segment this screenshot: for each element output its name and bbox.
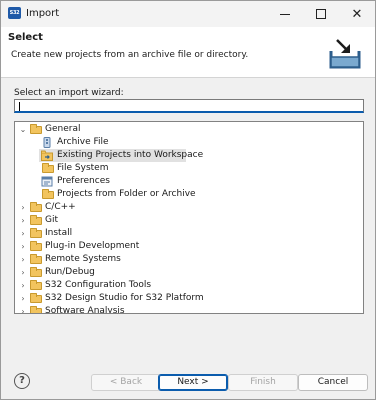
folder-open-icon xyxy=(30,124,42,134)
chevron-right-icon[interactable]: › xyxy=(18,305,28,313)
tree-item-category[interactable]: › Software Analysis xyxy=(15,305,363,314)
close-button[interactable]: ✕ xyxy=(339,1,375,27)
wizard-tree[interactable]: ⌄ General Archive File Existing Projects… xyxy=(14,121,364,314)
close-icon: ✕ xyxy=(351,6,363,22)
app-icon: S32 xyxy=(8,7,21,19)
chevron-right-icon[interactable]: › xyxy=(18,214,28,227)
title-bar: S32 Import ✕ xyxy=(1,1,375,27)
tree-item-general[interactable]: ⌄ General xyxy=(15,123,363,136)
window-title: Import xyxy=(26,8,60,19)
import-wizard-icon xyxy=(329,39,361,69)
chevron-right-icon[interactable]: › xyxy=(18,227,28,240)
wizard-banner: Select Create new projects from an archi… xyxy=(1,27,375,78)
tree-item-label: Run/Debug xyxy=(45,267,95,277)
wizard-filter-input[interactable] xyxy=(14,99,364,113)
tree-item-category[interactable]: › Git xyxy=(15,214,363,227)
back-button[interactable]: < Back xyxy=(91,374,161,391)
folder-icon xyxy=(30,254,42,264)
folder-icon xyxy=(30,228,42,238)
folder-icon xyxy=(42,189,54,199)
tree-item-label: Archive File xyxy=(57,137,109,147)
chevron-right-icon[interactable]: › xyxy=(18,292,28,305)
tree-item-category[interactable]: › Install xyxy=(15,227,363,240)
chevron-right-icon[interactable]: › xyxy=(18,279,28,292)
tree-item-category[interactable]: › Remote Systems xyxy=(15,253,363,266)
tree-item-category[interactable]: › S32 Configuration Tools xyxy=(15,279,363,292)
folder-icon xyxy=(30,241,42,251)
chevron-down-icon[interactable]: ⌄ xyxy=(18,123,28,136)
tree-item-label: Projects from Folder or Archive xyxy=(57,189,196,199)
minimize-button[interactable] xyxy=(267,1,303,27)
tree-item-label: General xyxy=(45,124,81,134)
tree-item-file-system[interactable]: File System xyxy=(15,162,363,175)
folder-icon xyxy=(30,306,42,313)
folder-icon xyxy=(30,202,42,212)
import-dialog: S32 Import ✕ Select Create new projects … xyxy=(0,0,376,400)
chevron-right-icon[interactable]: › xyxy=(18,266,28,279)
tree-item-label: Existing Projects into Workspace xyxy=(57,150,204,160)
wizard-filter-label: Select an import wizard: xyxy=(14,88,124,98)
chevron-right-icon[interactable]: › xyxy=(18,240,28,253)
tree-item-label: S32 Configuration Tools xyxy=(45,280,152,290)
next-button[interactable]: Next > xyxy=(158,374,228,391)
tree-item-label: File System xyxy=(57,163,109,173)
preferences-icon xyxy=(41,176,53,187)
tree-item-label: Preferences xyxy=(57,176,110,186)
tree-item-category[interactable]: › Plug-in Development xyxy=(15,240,363,253)
tree-item-category[interactable]: › S32 Design Studio for S32 Platform xyxy=(15,292,363,305)
chevron-right-icon[interactable]: › xyxy=(18,201,28,214)
banner-description: Create new projects from an archive file… xyxy=(11,50,249,60)
existing-projects-icon xyxy=(41,150,53,161)
archive-file-icon xyxy=(43,137,51,148)
maximize-icon xyxy=(316,9,326,19)
folder-icon xyxy=(42,163,54,173)
folder-icon xyxy=(30,293,42,303)
maximize-button[interactable] xyxy=(303,1,339,27)
finish-button[interactable]: Finish xyxy=(228,374,298,391)
banner-title: Select xyxy=(8,32,43,43)
tree-item-existing-projects[interactable]: Existing Projects into Workspace xyxy=(15,149,363,162)
cancel-button[interactable]: Cancel xyxy=(298,374,368,391)
tree-item-label: Software Analysis xyxy=(45,306,125,314)
tree-item-label: Install xyxy=(45,228,73,238)
tree-item-preferences[interactable]: Preferences xyxy=(15,175,363,188)
folder-icon xyxy=(30,215,42,225)
minimize-icon xyxy=(280,13,290,15)
text-caret xyxy=(19,102,20,111)
tree-item-archive-file[interactable]: Archive File xyxy=(15,136,363,149)
tree-item-label: S32 Design Studio for S32 Platform xyxy=(45,293,204,303)
tree-item-category[interactable]: › Run/Debug xyxy=(15,266,363,279)
tree-item-label: Plug-in Development xyxy=(45,241,140,251)
tree-item-label: Git xyxy=(45,215,59,225)
chevron-right-icon[interactable]: › xyxy=(18,253,28,266)
tree-item-projects-from-folder[interactable]: Projects from Folder or Archive xyxy=(15,188,363,201)
tree-item-label: C/C++ xyxy=(45,202,76,212)
folder-icon xyxy=(30,267,42,277)
help-button[interactable]: ? xyxy=(14,373,30,389)
tree-item-label: Remote Systems xyxy=(45,254,121,264)
tree-item-category[interactable]: › C/C++ xyxy=(15,201,363,214)
folder-icon xyxy=(30,280,42,290)
